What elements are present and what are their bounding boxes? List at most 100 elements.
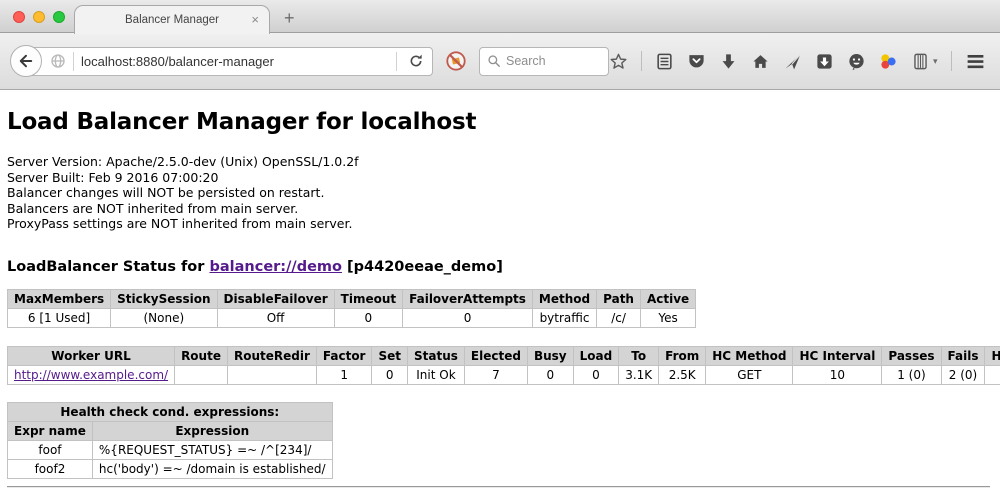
video-download-icon[interactable] [815, 52, 834, 71]
table-header-cell: HC uri [985, 346, 1000, 365]
dropdown-caret-icon[interactable]: ▾ [933, 56, 938, 67]
table-header-cell: Method [532, 289, 596, 308]
table-cell: 7 [464, 365, 527, 384]
server-built-line: Server Built: Feb 9 2016 07:00:20 [7, 170, 992, 186]
blocked-plugin-icon[interactable] [445, 50, 467, 72]
table-header-cell: HC Method [706, 346, 793, 365]
table-cell: (None) [111, 308, 217, 327]
dictionary-icon[interactable]: ▾ [911, 52, 938, 71]
table-header-cell: Expr name [8, 421, 93, 440]
navigation-toolbar: localhost:8880/balancer-manager Search [0, 33, 1000, 90]
browser-window: Balancer Manager × + localhost:8880/bala… [0, 0, 1000, 491]
url-separator [396, 52, 397, 71]
table-row: 6 [1 Used] (None) Off 0 0 bytraffic /c/ … [8, 308, 696, 327]
back-icon [17, 52, 35, 70]
table-cell: Off [217, 308, 334, 327]
table-header-cell: Worker URL [8, 346, 175, 365]
table-header-row: Worker URL Route RouteRedir Factor Set S… [8, 346, 1000, 365]
table-cell: 0 [403, 308, 533, 327]
table-header-cell: DisableFailover [217, 289, 334, 308]
table-header-cell: To [619, 346, 659, 365]
table-row: http://www.example.com/ 1 0 Init Ok 7 0 … [8, 365, 1000, 384]
table-cell: 1 (0) [882, 365, 941, 384]
address-text[interactable]: localhost:8880/balancer-manager [81, 54, 389, 69]
zoom-window-button[interactable] [53, 11, 65, 23]
table-cell [227, 365, 316, 384]
health-table-title: Health check cond. expressions: [8, 402, 333, 421]
table-header-cell: Path [597, 289, 641, 308]
table-cell: 3.1K [619, 365, 659, 384]
table-cell: 6 [1 Used] [8, 308, 111, 327]
bookmark-star-icon[interactable] [609, 52, 628, 71]
page-bottom-divider [7, 486, 990, 488]
balancer-settings-table: MaxMembers StickySession DisableFailover… [7, 289, 696, 328]
toolbar-separator [951, 51, 952, 71]
balancer-status-heading: LoadBalancer Status for balancer://demo … [7, 259, 992, 275]
table-cell: GET [706, 365, 793, 384]
inherit-note-line: Balancers are NOT inherited from main se… [7, 201, 992, 217]
url-separator [73, 52, 74, 71]
table-header-cell: Timeout [334, 289, 402, 308]
table-header-cell: MaxMembers [8, 289, 111, 308]
table-cell: %{REQUEST_STATUS} =~ /^[234]/ [92, 440, 332, 459]
table-header-cell: StickySession [111, 289, 217, 308]
table-cell: foof [8, 440, 93, 459]
colored-dots-icon[interactable] [879, 52, 898, 71]
search-placeholder: Search [506, 54, 546, 68]
persist-note-line: Balancer changes will NOT be persisted o… [7, 185, 992, 201]
pocket-icon[interactable] [687, 52, 706, 71]
tab-close-icon[interactable]: × [251, 12, 259, 27]
back-button[interactable] [10, 45, 42, 77]
table-cell: 2.5K [659, 365, 706, 384]
worker-url-link[interactable]: http://www.example.com/ [14, 368, 168, 382]
table-header-cell: Elected [464, 346, 527, 365]
send-icon[interactable] [783, 52, 802, 71]
reading-list-icon[interactable] [655, 52, 674, 71]
globe-icon[interactable] [50, 53, 66, 69]
toolbar-buttons: ▾ [609, 51, 1000, 72]
table-cell: hc('body') =~ /domain is established/ [92, 459, 332, 478]
table-header-cell: FailoverAttempts [403, 289, 533, 308]
search-bar[interactable]: Search [479, 47, 609, 76]
table-cell: 10 [793, 365, 882, 384]
table-cell: 0 [372, 365, 408, 384]
browser-tab[interactable]: Balancer Manager × [74, 5, 270, 34]
table-cell: 0 [334, 308, 402, 327]
downloads-icon[interactable] [719, 52, 738, 71]
table-cell [985, 365, 1000, 384]
new-tab-button[interactable]: + [284, 8, 295, 28]
tab-title: Balancer Manager [125, 14, 219, 26]
chat-smiley-icon[interactable] [847, 52, 866, 71]
table-cell: http://www.example.com/ [8, 365, 175, 384]
balancer-link[interactable]: balancer://demo [209, 259, 342, 275]
table-cell: /c/ [597, 308, 641, 327]
table-cell: bytraffic [532, 308, 596, 327]
table-header-cell: Busy [527, 346, 573, 365]
titlebar: Balancer Manager × + [0, 0, 1000, 33]
table-cell: 1 [316, 365, 372, 384]
page-content: Load Balancer Manager for localhost Serv… [0, 90, 1000, 490]
status-suffix: [p4420eeae_demo] [342, 259, 503, 275]
url-bar[interactable]: localhost:8880/balancer-manager [25, 47, 433, 76]
table-header-cell: From [659, 346, 706, 365]
table-row: foof2 hc('body') =~ /domain is establish… [8, 459, 333, 478]
minimize-window-button[interactable] [33, 11, 45, 23]
table-header-row: Expr name Expression [8, 421, 333, 440]
table-header-cell: Passes [882, 346, 941, 365]
status-prefix: LoadBalancer Status for [7, 259, 209, 275]
window-controls [13, 11, 65, 23]
reload-icon[interactable] [408, 53, 424, 69]
home-icon[interactable] [751, 52, 770, 71]
url-path: /balancer-manager [165, 54, 274, 69]
table-header-cell: Set [372, 346, 408, 365]
menu-icon[interactable] [965, 51, 986, 72]
health-check-table: Health check cond. expressions: Expr nam… [7, 402, 333, 479]
proxypass-note-line: ProxyPass settings are NOT inherited fro… [7, 216, 992, 232]
table-header-cell: Active [640, 289, 695, 308]
table-row: foof %{REQUEST_STATUS} =~ /^[234]/ [8, 440, 333, 459]
server-info: Server Version: Apache/2.5.0-dev (Unix) … [7, 154, 992, 232]
table-cell: foof2 [8, 459, 93, 478]
table-cell [175, 365, 228, 384]
table-cell: Yes [640, 308, 695, 327]
close-window-button[interactable] [13, 11, 25, 23]
